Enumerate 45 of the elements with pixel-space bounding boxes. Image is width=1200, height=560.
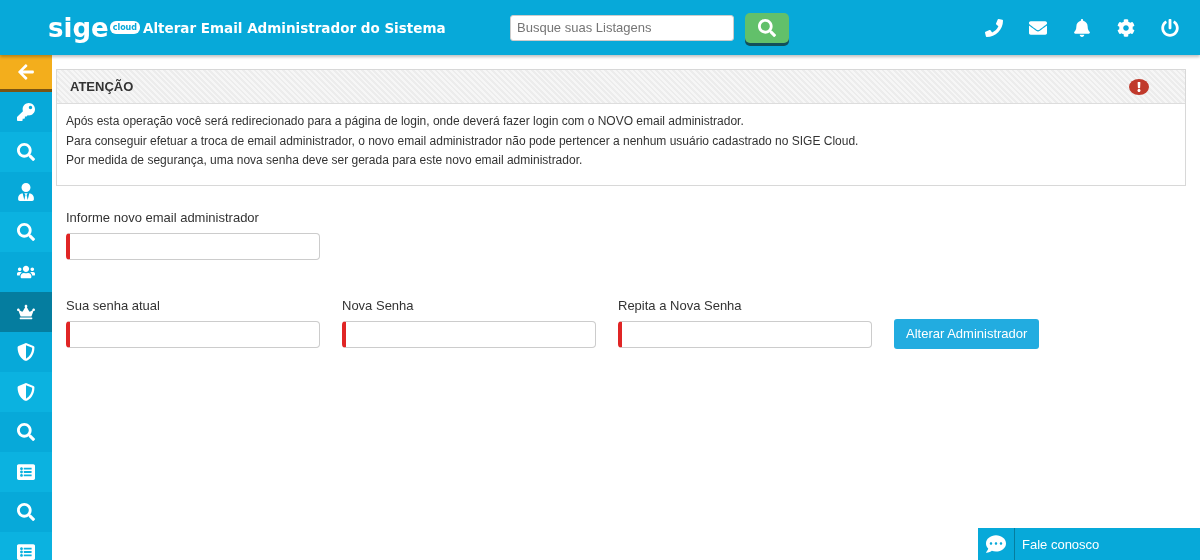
field-label: Sua senha atual xyxy=(66,297,161,313)
sidebar-item[interactable] xyxy=(0,372,52,412)
arrow-left-icon xyxy=(17,63,35,81)
submit-button[interactable]: Alterar Administrador xyxy=(894,318,1040,349)
person-icon xyxy=(17,183,35,201)
sidebar-item[interactable] xyxy=(0,292,52,332)
settings-icon xyxy=(1117,18,1135,37)
group-icon xyxy=(17,263,35,281)
search-icon xyxy=(17,223,35,241)
sidebar-item[interactable] xyxy=(0,452,52,492)
list-icon xyxy=(17,543,35,560)
shield-icon xyxy=(17,343,35,361)
sidebar-item[interactable] xyxy=(0,532,52,560)
sidebar-item[interactable] xyxy=(0,132,52,172)
phone-icon xyxy=(985,18,1003,37)
input-field[interactable] xyxy=(342,320,596,348)
field-label: Nova Senha xyxy=(342,297,415,313)
field-label: Repita a Nova Senha xyxy=(618,297,743,313)
page-title: Alterar Email Administrador do Sistema xyxy=(143,19,447,36)
notice-title: ATENÇÃO xyxy=(70,79,134,94)
crown-icon xyxy=(17,303,35,321)
sidebar-item[interactable] xyxy=(0,212,52,252)
key-icon xyxy=(17,103,35,121)
chat-icon xyxy=(986,534,1006,554)
input-field[interactable] xyxy=(618,320,872,348)
notifications-icon xyxy=(1073,18,1091,37)
shield-icon xyxy=(17,383,35,401)
search-icon xyxy=(17,503,35,521)
search-field[interactable]: Busque suas Listagens xyxy=(510,14,734,41)
warning-icon xyxy=(1129,78,1149,95)
mail-icon xyxy=(1029,18,1047,37)
search-icon xyxy=(17,143,35,161)
notice-text: Após esta operação você será redirecionado para a página de login, onde deverá fazer login com o NOVO email administrador. xyxy=(66,113,745,130)
notice-text: Para conseguir efetuar a troca de email administrador, o novo email administrador não pode pertencer a nenhum usuário cadastrado no SIGE Cloud. xyxy=(66,132,860,150)
search-icon xyxy=(17,423,35,441)
search-icon xyxy=(758,18,776,37)
input-field[interactable] xyxy=(66,320,320,348)
search-button[interactable] xyxy=(745,12,789,43)
notice-text: Por medida de segurança, uma nova senha deve ser gerada para este novo email administrador. xyxy=(66,152,584,169)
power-icon xyxy=(1161,18,1179,37)
chat-button[interactable]: Fale conosco xyxy=(978,528,1200,560)
back-button[interactable] xyxy=(0,55,52,92)
list-icon xyxy=(17,463,35,481)
field-label: Informe novo email administrador xyxy=(66,209,260,225)
input-field[interactable] xyxy=(66,232,320,260)
